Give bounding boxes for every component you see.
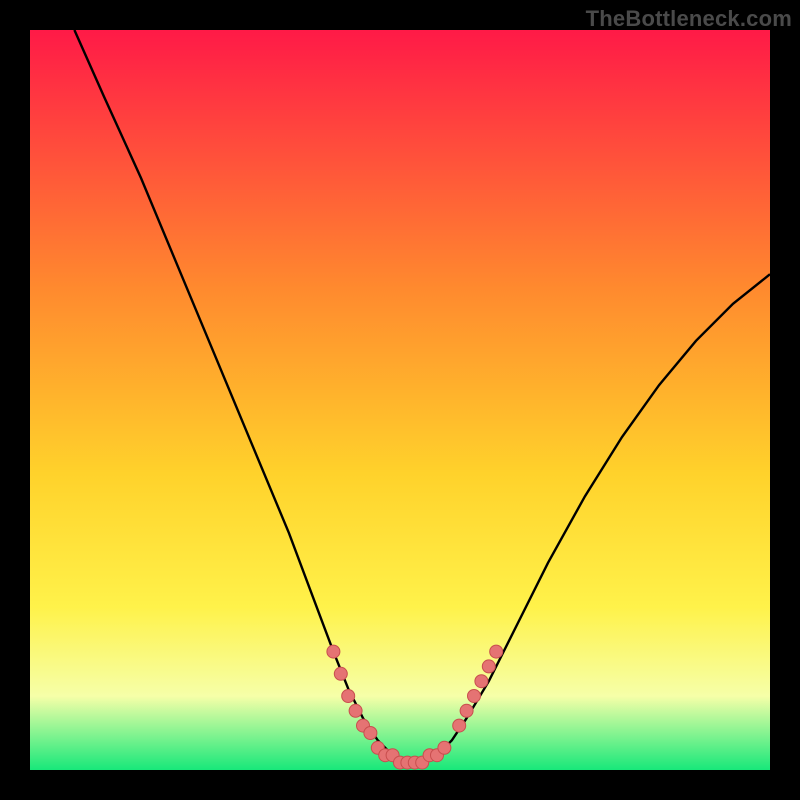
data-point bbox=[460, 704, 473, 717]
data-point bbox=[453, 719, 466, 732]
data-point bbox=[327, 645, 340, 658]
data-point bbox=[349, 704, 362, 717]
data-point bbox=[482, 660, 495, 673]
data-point bbox=[364, 727, 377, 740]
chart-frame bbox=[30, 30, 770, 770]
data-point bbox=[342, 690, 355, 703]
data-point bbox=[490, 645, 503, 658]
data-point bbox=[475, 675, 488, 688]
watermark-text: TheBottleneck.com bbox=[586, 6, 792, 32]
bottleneck-chart bbox=[30, 30, 770, 770]
heat-gradient-bg bbox=[30, 30, 770, 770]
data-point bbox=[468, 690, 481, 703]
data-point bbox=[438, 741, 451, 754]
data-point bbox=[334, 667, 347, 680]
